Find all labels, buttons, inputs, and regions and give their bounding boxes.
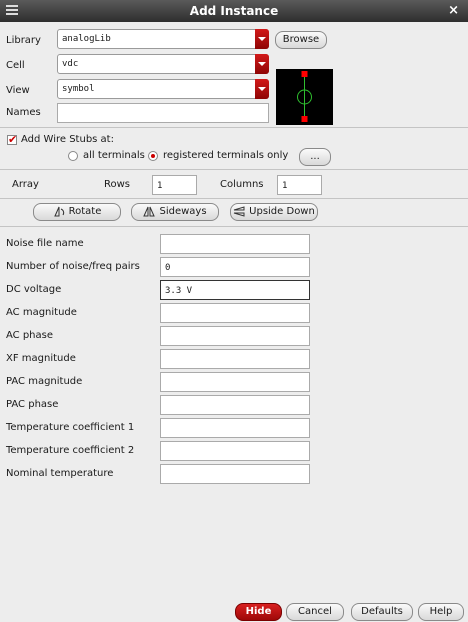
close-icon[interactable]: × [448, 3, 459, 18]
sideways-icon [143, 206, 156, 216]
names-input[interactable] [57, 103, 269, 123]
library-value: analogLib [62, 34, 111, 44]
view-label: View [6, 85, 30, 96]
divider [0, 198, 468, 199]
chevron-down-icon[interactable] [255, 54, 269, 74]
pac-magnitude-input[interactable] [160, 372, 310, 392]
pac-phase-input[interactable] [160, 395, 310, 415]
pac-phase-label: PAC phase [6, 399, 59, 410]
xf-magnitude-label: XF magnitude [6, 353, 76, 364]
xf-magnitude-input[interactable] [160, 349, 310, 369]
noise-pairs-label: Number of noise/freq pairs [6, 261, 140, 272]
library-label: Library [6, 35, 41, 46]
noise-pairs-input[interactable]: 0 [160, 257, 310, 277]
array-label: Array [12, 179, 39, 190]
sideways-button[interactable]: Sideways [131, 203, 219, 221]
cancel-button[interactable]: Cancel [286, 603, 344, 621]
radio-registered-terminals[interactable] [148, 151, 158, 161]
dc-voltage-input[interactable]: 3.3 V [160, 280, 310, 300]
view-value: symbol [62, 84, 95, 94]
noise-file-name-label: Noise file name [6, 238, 84, 249]
defaults-button[interactable]: Defaults [351, 603, 413, 621]
radio-all-terminals[interactable] [68, 151, 78, 161]
sideways-label: Sideways [159, 206, 207, 217]
divider [0, 169, 468, 170]
dc-voltage-label: DC voltage [6, 284, 62, 295]
names-label: Names [6, 107, 41, 118]
more-options-button[interactable]: ... [299, 148, 331, 166]
rotate-label: Rotate [68, 206, 102, 217]
radio-all-terminals-label: all terminals [83, 150, 145, 161]
chevron-down-icon[interactable] [255, 79, 269, 99]
symbol-preview [276, 69, 333, 125]
rows-label: Rows [104, 179, 131, 190]
divider [0, 226, 468, 227]
nominal-temperature-input[interactable] [160, 464, 310, 484]
title-bar: Add Instance × [0, 0, 468, 22]
help-button[interactable]: Help [418, 603, 464, 621]
rotate-button[interactable]: Rotate [33, 203, 121, 221]
upside-down-icon [234, 205, 245, 217]
columns-label: Columns [220, 179, 264, 190]
cell-value: vdc [62, 59, 79, 69]
ac-phase-label: AC phase [6, 330, 54, 341]
temp-coeff-1-label: Temperature coefficient 1 [6, 422, 135, 433]
vdc-symbol-icon [297, 71, 312, 122]
hide-button[interactable]: Hide [235, 603, 282, 621]
temp-coeff-2-label: Temperature coefficient 2 [6, 445, 135, 456]
cell-label: Cell [6, 60, 25, 71]
chevron-down-icon[interactable] [255, 29, 269, 49]
cell-combo[interactable]: vdc [57, 54, 269, 74]
noise-file-name-input[interactable] [160, 234, 310, 254]
ac-magnitude-label: AC magnitude [6, 307, 77, 318]
temp-coeff-1-input[interactable] [160, 418, 310, 438]
upside-down-button[interactable]: Upside Down [230, 203, 318, 221]
upside-down-label: Upside Down [249, 206, 315, 217]
pac-magnitude-label: PAC magnitude [6, 376, 83, 387]
library-combo[interactable]: analogLib [57, 29, 269, 49]
view-combo[interactable]: symbol [57, 79, 269, 99]
wire-stubs-label: Add Wire Stubs at: [21, 134, 114, 145]
temp-coeff-2-input[interactable] [160, 441, 310, 461]
divider [0, 127, 468, 128]
ac-magnitude-input[interactable] [160, 303, 310, 323]
rows-input[interactable]: 1 [152, 175, 197, 195]
radio-registered-terminals-label: registered terminals only [163, 150, 289, 161]
window-title: Add Instance [189, 4, 279, 18]
ac-phase-input[interactable] [160, 326, 310, 346]
wire-stubs-checkbox[interactable]: ✔ [7, 133, 17, 146]
browse-button[interactable]: Browse [275, 31, 327, 49]
nominal-temperature-label: Nominal temperature [6, 468, 114, 479]
columns-input[interactable]: 1 [277, 175, 322, 195]
rotate-icon [53, 206, 64, 216]
